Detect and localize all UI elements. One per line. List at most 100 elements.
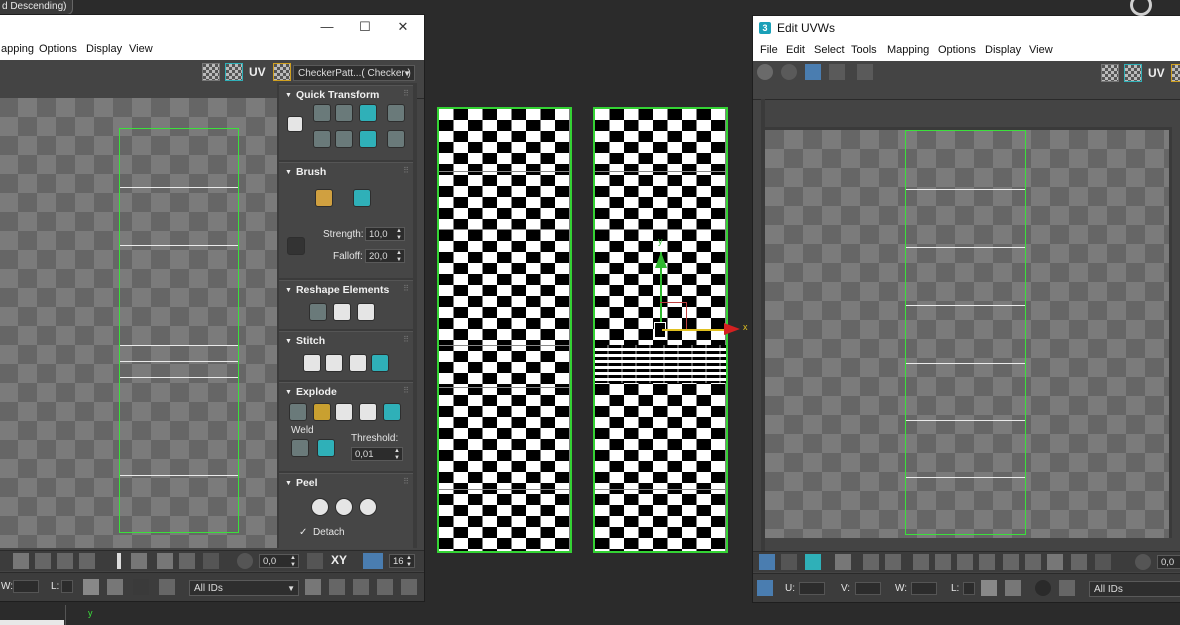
freeze-icon[interactable]: [159, 579, 175, 595]
select-element-icon[interactable]: [835, 554, 851, 570]
maximize-button[interactable]: ☐: [355, 19, 375, 35]
mirror-select-icon[interactable]: [1047, 554, 1063, 570]
checker-pattern-icon[interactable]: [1124, 64, 1142, 82]
curve-icon[interactable]: [307, 553, 323, 569]
rollout-title[interactable]: Reshape Elements: [285, 284, 389, 296]
brush-off-icon[interactable]: [203, 553, 219, 569]
select-vertex-icon[interactable]: [781, 554, 797, 570]
weld-selected-icon[interactable]: [291, 439, 309, 457]
minimize-button[interactable]: —: [317, 19, 337, 35]
menu-view[interactable]: View: [1029, 44, 1053, 56]
texture-map-icon[interactable]: [1171, 64, 1180, 82]
snap-spinner[interactable]: 16 ▲ ▼: [389, 554, 415, 568]
pivot-icon[interactable]: [287, 116, 303, 132]
rollout-title[interactable]: Explode: [285, 386, 337, 398]
checker-strip-left[interactable]: [437, 107, 572, 553]
brush-off-icon[interactable]: [1095, 554, 1111, 570]
rotate-snap-icon[interactable]: [237, 553, 253, 569]
menu-display[interactable]: Display: [86, 43, 122, 55]
relax-cube-icon[interactable]: [333, 303, 351, 321]
menu-mapping[interactable]: Mapping: [887, 44, 929, 56]
align-horizontal-icon[interactable]: [313, 104, 331, 122]
rotate-cw-icon[interactable]: [359, 130, 377, 148]
move-icon[interactable]: [757, 64, 773, 80]
paint-brush-icon[interactable]: [315, 189, 333, 207]
straighten-icon[interactable]: [309, 303, 327, 321]
zoom-region-icon[interactable]: [353, 579, 369, 595]
align-vertical-icon[interactable]: [335, 104, 353, 122]
select-element-icon[interactable]: [13, 553, 29, 569]
brush-icon[interactable]: [1071, 554, 1087, 570]
texture-map-icon[interactable]: [273, 63, 291, 81]
select-face-icon[interactable]: [805, 554, 821, 570]
rotate-view-icon[interactable]: [401, 579, 417, 595]
menu-mapping[interactable]: apping: [1, 43, 34, 55]
menu-view[interactable]: View: [129, 43, 153, 55]
xy-toggle[interactable]: XY: [331, 553, 347, 567]
ids-dropdown[interactable]: All IDs: [1089, 581, 1180, 597]
hide-icon[interactable]: [107, 579, 123, 595]
lock-icon[interactable]: [981, 580, 997, 596]
stitch-target-icon[interactable]: [325, 354, 343, 372]
select-edge-ring-icon[interactable]: [979, 554, 995, 570]
ids-dropdown[interactable]: All IDs ▼: [189, 580, 299, 596]
transform-gizmo[interactable]: y x: [640, 236, 752, 338]
uv-shell[interactable]: [119, 128, 239, 533]
menu-edit[interactable]: Edit: [786, 44, 805, 56]
rotate-icon[interactable]: [781, 64, 797, 80]
rollout-title[interactable]: Quick Transform: [285, 89, 379, 101]
select-loop-icon[interactable]: [863, 554, 879, 570]
lock-icon[interactable]: [83, 579, 99, 595]
v-field[interactable]: [855, 582, 881, 595]
selection-mode-icon[interactable]: [759, 554, 775, 570]
menu-options[interactable]: Options: [938, 44, 976, 56]
stitch-source-icon[interactable]: [303, 354, 321, 372]
soft-selection-icon[interactable]: [1003, 554, 1019, 570]
threshold-spinner[interactable]: 0,01 ▲ ▼: [351, 447, 403, 461]
stitch-custom-icon[interactable]: [371, 354, 389, 372]
select-ring-icon[interactable]: [885, 554, 901, 570]
paint-select-icon[interactable]: [1025, 554, 1041, 570]
flatten-material-icon[interactable]: [383, 403, 401, 421]
menu-display[interactable]: Display: [985, 44, 1021, 56]
flatten-checker-icon[interactable]: [359, 403, 377, 421]
l-field[interactable]: [61, 580, 73, 593]
angle-spinner[interactable]: 0,0 ▲ ▼: [259, 554, 299, 568]
select-edge-loop-icon[interactable]: [957, 554, 973, 570]
l-field[interactable]: [963, 582, 975, 595]
checker-pattern-icon[interactable]: [225, 63, 243, 81]
mirror-icon[interactable]: [857, 64, 873, 80]
select-loop-icon[interactable]: [57, 553, 73, 569]
zoom-extents-icon[interactable]: [377, 579, 393, 595]
mirror-icon[interactable]: [157, 553, 173, 569]
scale-icon[interactable]: [805, 64, 821, 80]
eye-icon[interactable]: [1035, 580, 1051, 596]
strength-spinner[interactable]: 10,0 ▲ ▼: [365, 227, 405, 241]
select-ring-icon[interactable]: [79, 553, 95, 569]
line-tool-icon[interactable]: [287, 237, 305, 255]
brush-icon[interactable]: [179, 553, 195, 569]
weld-target-icon[interactable]: [317, 439, 335, 457]
freeze-icon[interactable]: [1059, 580, 1075, 596]
flatten-cube-icon[interactable]: [357, 303, 375, 321]
flatten-by-polygon-icon[interactable]: [313, 403, 331, 421]
flatten-by-smoothing-icon[interactable]: [335, 403, 353, 421]
close-button[interactable]: ✕: [393, 19, 413, 35]
transform-mode-icon[interactable]: [757, 580, 773, 596]
w-field[interactable]: [13, 580, 39, 593]
menu-tools[interactable]: Tools: [851, 44, 877, 56]
break-icon[interactable]: [289, 403, 307, 421]
detach-checkbox[interactable]: ✓ Detach: [299, 527, 345, 538]
select-grow-icon[interactable]: [913, 554, 929, 570]
paint-select-icon[interactable]: [131, 553, 147, 569]
eye-icon[interactable]: [133, 579, 149, 595]
rotate-ccw-icon[interactable]: [359, 104, 377, 122]
checker-toggle-icon[interactable]: [1101, 64, 1119, 82]
falloff-spinner[interactable]: 20,0 ▲ ▼: [365, 249, 405, 263]
rollout-title[interactable]: Stitch: [285, 335, 325, 347]
u-field[interactable]: [799, 582, 825, 595]
soft-selection-icon[interactable]: [117, 553, 121, 569]
hide-icon[interactable]: [1005, 580, 1021, 596]
peel-mode-icon[interactable]: [335, 498, 353, 516]
pan-hand-icon[interactable]: [305, 579, 321, 595]
